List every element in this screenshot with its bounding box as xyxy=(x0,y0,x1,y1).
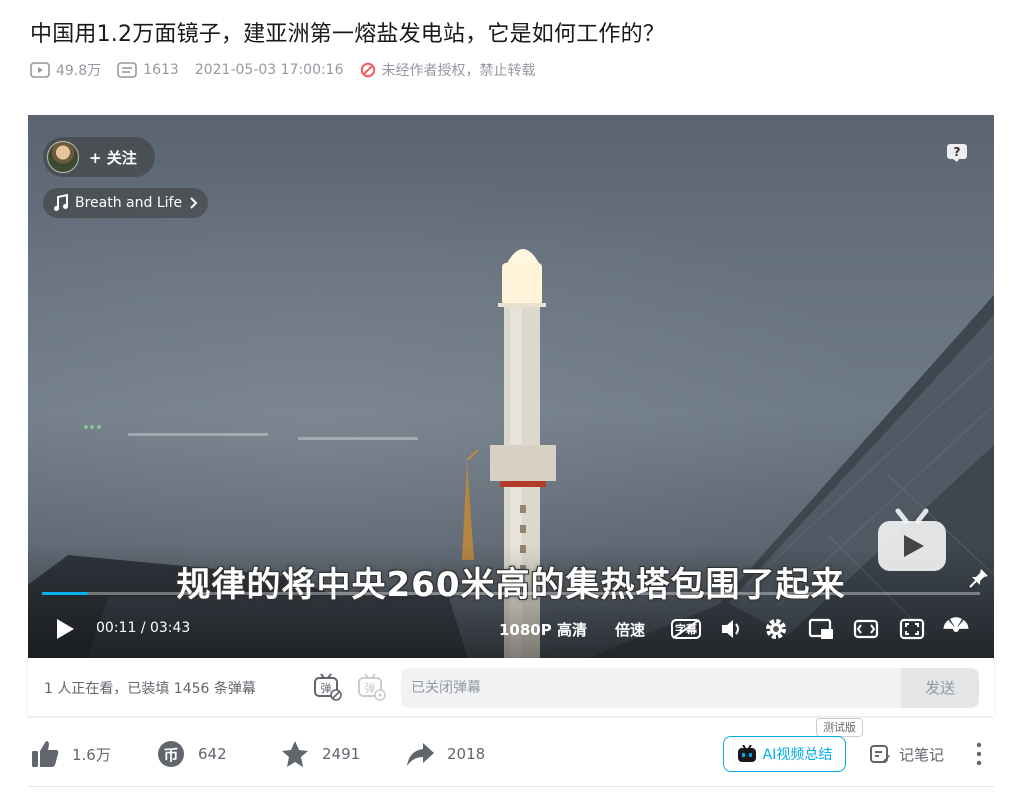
uploader-avatar xyxy=(47,141,79,173)
notes-label: 记笔记 xyxy=(899,745,945,764)
bilibili-tv-logo xyxy=(878,508,946,571)
subtitle-toggle-button[interactable]: 字幕 xyxy=(671,618,701,640)
duration: 03:43 xyxy=(149,620,191,636)
share-button[interactable]: 2018 xyxy=(405,736,485,772)
share-arrow-icon xyxy=(407,743,434,766)
no-repost-icon xyxy=(360,62,375,78)
play-count: 49.8万 xyxy=(30,60,101,80)
more-options-icon[interactable] xyxy=(975,742,983,766)
progress-fill xyxy=(42,592,88,595)
danmaku-bar: 1 人正在看，已装填 1456 条弹幕 弹 弹 已关闭弹幕 发送 xyxy=(28,658,994,716)
video-subtitle: 规律的将中央260米高的集热塔包围了起来 xyxy=(176,565,846,605)
danmaku-settings-icon[interactable]: 弹 xyxy=(356,672,386,702)
widescreen-icon[interactable] xyxy=(853,618,879,640)
play-icon[interactable] xyxy=(54,617,76,641)
time-separator: / xyxy=(140,620,146,636)
take-notes-button[interactable]: 记笔记 xyxy=(869,736,944,772)
web-fullscreen-icon[interactable] xyxy=(899,618,925,640)
danmaku-info: 1 人正在看，已装填 1456 条弹幕 xyxy=(44,681,256,697)
favorite-button[interactable]: 2491 xyxy=(280,736,360,772)
fullscreen-icon[interactable] xyxy=(943,617,969,641)
speed-button[interactable]: 倍速 xyxy=(615,619,645,640)
favorite-count: 2491 xyxy=(322,745,361,763)
danmaku-count-value: 1613 xyxy=(143,62,179,78)
current-time: 00:11 xyxy=(96,620,137,636)
danmaku-send-button[interactable]: 发送 xyxy=(901,668,979,708)
thumbs-up-icon xyxy=(32,741,59,767)
construction-crane xyxy=(462,450,479,560)
publish-time: 2021-05-03 17:00:16 xyxy=(195,62,344,78)
pin-icon[interactable] xyxy=(968,567,990,589)
svg-text:弹: 弹 xyxy=(365,681,376,695)
ai-summary-label: AI视频总结 xyxy=(762,747,833,763)
music-chip[interactable]: Breath and Life xyxy=(43,188,208,218)
volume-icon[interactable] xyxy=(719,618,743,640)
ai-summary-button[interactable]: AI视频总结 xyxy=(723,736,846,772)
help-icon[interactable]: ? xyxy=(946,143,968,163)
play-count-value: 49.8万 xyxy=(56,63,102,79)
music-title: Breath and Life xyxy=(75,195,183,211)
follow-uploader-button[interactable]: + 关注 xyxy=(43,137,155,177)
copyright-notice-text: 未经作者授权，禁止转载 xyxy=(381,63,536,79)
svg-text:?: ? xyxy=(954,145,961,159)
danmaku-count-icon xyxy=(117,62,137,78)
beta-badge: 测试版 xyxy=(816,718,863,737)
danmaku-toggle-icon[interactable]: 弹 xyxy=(312,672,342,702)
publish-time-value: 2021-05-03 17:00:16 xyxy=(194,62,344,78)
danmaku-count: 1613 xyxy=(117,62,179,78)
star-icon xyxy=(282,741,308,767)
progress-bar[interactable] xyxy=(42,592,980,595)
share-count: 2018 xyxy=(447,745,486,763)
danmaku-input[interactable]: 已关闭弹幕 xyxy=(401,668,901,708)
settings-gear-icon[interactable] xyxy=(764,617,788,641)
svg-text:币: 币 xyxy=(163,746,178,764)
play-count-icon xyxy=(30,62,50,78)
toolbar-divider xyxy=(28,786,994,787)
quality-button[interactable]: 1080P 高清 xyxy=(499,619,587,640)
subtitle-toggle-label: 字幕 xyxy=(675,623,697,636)
video-player[interactable]: + 关注 Breath and Life ? 规律的将中央260米高的集热塔包围… xyxy=(28,115,994,658)
pip-icon[interactable] xyxy=(808,618,834,640)
like-button[interactable]: 1.6万 xyxy=(30,736,111,772)
coin-icon: 币 xyxy=(158,741,184,767)
music-note-icon xyxy=(54,194,68,211)
coin-count: 642 xyxy=(198,745,227,763)
time-display: 00:11 / 03:43 xyxy=(96,620,190,636)
ai-robot-icon xyxy=(737,745,756,762)
chevron-right-icon xyxy=(190,197,198,209)
svg-text:弹: 弹 xyxy=(321,681,332,695)
notes-icon xyxy=(870,745,890,763)
video-meta-row: 49.8万 1613 2021-05-03 17:00:16 未经作者授权，禁止… xyxy=(30,60,552,80)
follow-label: + 关注 xyxy=(89,148,137,167)
copyright-notice: 未经作者授权，禁止转载 xyxy=(360,60,536,80)
like-count: 1.6万 xyxy=(72,745,111,764)
coin-button[interactable]: 币 642 xyxy=(156,736,227,772)
video-title: 中国用1.2万面镜子，建亚洲第一熔盐发电站，它是如何工作的？ xyxy=(30,22,665,47)
